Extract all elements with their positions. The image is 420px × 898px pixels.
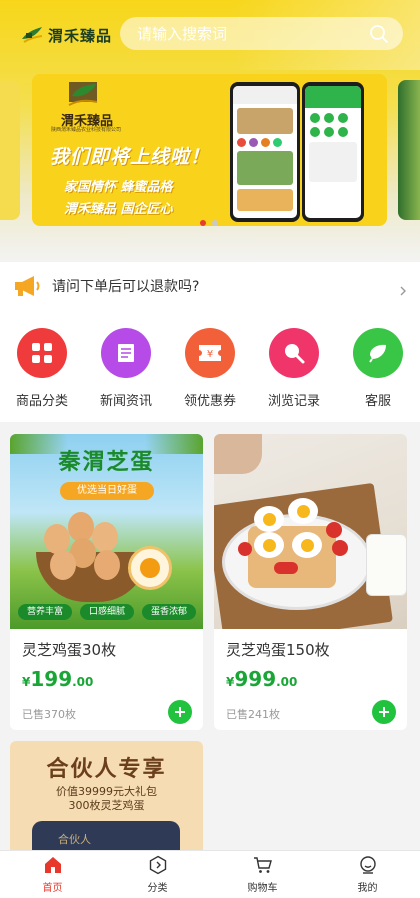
banner-company-name: 陕西渭禾臻品农业科技有限公司 [50, 127, 121, 133]
quick-nav-service[interactable]: 客服 [336, 328, 420, 409]
quick-nav-categories[interactable]: 商品分类 [0, 328, 84, 409]
search-bar[interactable]: 请输入搜索词 [120, 17, 403, 50]
product-price: ¥999.00 [226, 667, 297, 691]
plus-icon [175, 707, 185, 717]
product-image-card-text: 合伙人 [58, 833, 91, 846]
product-sold-count: 已售241枚 [226, 708, 280, 721]
banner-phone-mockup [230, 82, 300, 222]
brand-leaf-icon [20, 25, 44, 45]
notice-text: 请问下单后可以退款吗? [52, 279, 200, 295]
banner-next-peek[interactable] [398, 80, 420, 220]
product-sold-count: 已售370枚 [22, 708, 76, 721]
history-icon [269, 328, 319, 378]
quick-nav-label: 商品分类 [15, 394, 68, 409]
chevron-right-icon [398, 281, 408, 296]
quick-nav: 商品分类 新闻资讯 ¥ 领优惠券 浏览记录 客服 [0, 310, 420, 422]
product-image-badge: 营养丰富 [18, 604, 72, 620]
banner-logo-icon [66, 80, 100, 108]
quick-nav-coupons[interactable]: ¥ 领优惠券 [168, 328, 252, 409]
product-name: 灵芝鸡蛋150枚 [226, 641, 330, 659]
bottom-tab-bar: 首页 分类 购物车 我的 [0, 850, 420, 898]
brand-name: 渭禾臻品 [48, 26, 113, 45]
product-card[interactable]: 灵芝鸡蛋150枚 ¥999.00 已售241枚 [214, 434, 407, 730]
tab-cart[interactable]: 购物车 [210, 851, 315, 898]
category-icon [149, 855, 166, 875]
home-icon [44, 857, 61, 873]
quick-nav-label: 新闻资讯 [99, 394, 152, 409]
product-name: 灵芝鸡蛋30枚 [22, 641, 117, 659]
carousel-indicator [200, 220, 218, 226]
grid-icon [17, 328, 67, 378]
banner-prev-peek [0, 82, 20, 220]
quick-nav-label: 客服 [364, 394, 391, 409]
banner-headline: 我们即将上线啦！ [50, 146, 211, 168]
brand-logo: 渭禾臻品 [20, 22, 112, 48]
plus-icon [379, 707, 389, 717]
search-placeholder: 请输入搜索词 [137, 25, 228, 43]
service-icon [353, 328, 403, 378]
tab-category[interactable]: 分类 [105, 851, 210, 898]
product-image: 合伙人专享 价值39999元大礼包 300枚灵芝鸡蛋 合伙人 [10, 741, 203, 850]
product-image-line: 300枚灵芝鸡蛋 [68, 799, 145, 812]
tab-label: 购物车 [247, 883, 278, 894]
tab-label: 我的 [357, 883, 378, 894]
quick-nav-history[interactable]: 浏览记录 [252, 328, 336, 409]
product-price: ¥199.00 [22, 667, 93, 691]
banner-tagline-2: 渭禾臻品 国企匠心 [64, 202, 173, 217]
quick-nav-label: 浏览记录 [267, 394, 320, 409]
cart-icon [253, 857, 272, 873]
price-integer: 199 [30, 667, 73, 691]
product-image-title: 秦渭芝蛋 [58, 450, 155, 475]
product-image-tag: 优选当日好蛋 [60, 482, 154, 500]
price-integer: 999 [234, 667, 277, 691]
product-image-title: 合伙人专享 [46, 757, 167, 782]
notice-bar[interactable]: 请问下单后可以退款吗? [0, 262, 420, 310]
carousel-dot[interactable] [212, 220, 218, 226]
tab-label: 分类 [147, 883, 168, 894]
search-icon[interactable] [369, 24, 389, 44]
carousel-dot[interactable] [200, 220, 206, 226]
tab-label: 首页 [42, 883, 63, 894]
banner-phone-mockup [302, 82, 364, 222]
product-image: 秦渭芝蛋 优选当日好蛋 营养丰富 口感细腻 蛋香浓郁 [10, 434, 203, 629]
product-image-badge: 口感细腻 [80, 604, 134, 620]
svg-text:¥: ¥ [207, 349, 213, 360]
add-to-cart-button[interactable] [168, 700, 192, 724]
product-image-badge: 蛋香浓郁 [142, 604, 196, 620]
banner-slide[interactable]: 渭禾臻品 陕西渭禾臻品农业科技有限公司 我们即将上线啦！ 家国情怀 蜂蜜品格 渭… [32, 74, 387, 226]
quick-nav-news[interactable]: 新闻资讯 [84, 328, 168, 409]
profile-icon [359, 856, 376, 874]
coupon-icon: ¥ [185, 328, 235, 378]
product-image [214, 434, 407, 629]
banner-tagline-1: 家国情怀 蜂蜜品格 [64, 180, 173, 195]
product-card[interactable]: 合伙人专享 价值39999元大礼包 300枚灵芝鸡蛋 合伙人 [10, 741, 203, 850]
product-card[interactable]: 秦渭芝蛋 优选当日好蛋 营养丰富 口感细腻 蛋香浓郁 灵芝鸡蛋30枚 ¥199.… [10, 434, 203, 730]
add-to-cart-button[interactable] [372, 700, 396, 724]
megaphone-icon [12, 273, 42, 299]
tab-profile[interactable]: 我的 [315, 851, 420, 898]
price-decimal: .00 [276, 675, 298, 689]
tab-home[interactable]: 首页 [0, 851, 105, 898]
quick-nav-label: 领优惠券 [183, 394, 236, 409]
price-decimal: .00 [72, 675, 94, 689]
news-icon [101, 328, 151, 378]
